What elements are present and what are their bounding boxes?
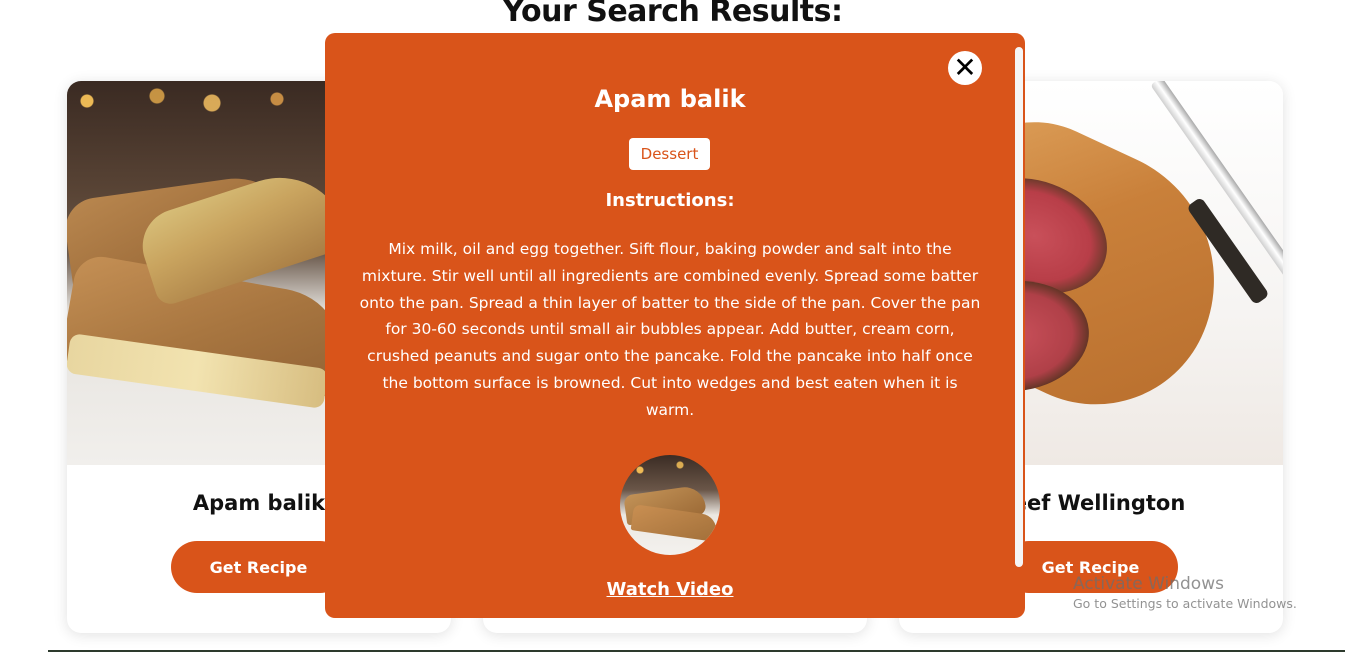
page-title: Your Search Results: xyxy=(502,0,843,29)
recipe-thumbnail xyxy=(620,455,720,555)
recipe-details-modal: ✕ Apam balik Dessert Instructions: Mix m… xyxy=(325,33,1025,618)
activate-windows-watermark: Activate Windows Go to Settings to activ… xyxy=(1073,574,1297,611)
modal-recipe-title: Apam balik xyxy=(594,85,746,113)
modal-scrollbar[interactable] xyxy=(1015,47,1023,567)
instructions-text: Mix milk, oil and egg together. Sift flo… xyxy=(359,240,981,419)
close-icon[interactable]: ✕ xyxy=(948,51,982,85)
get-recipe-button[interactable]: Get Recipe xyxy=(171,541,346,593)
watermark-subtitle: Go to Settings to activate Windows. xyxy=(1073,596,1297,611)
category-badge: Dessert xyxy=(629,138,710,170)
watermark-title: Activate Windows xyxy=(1073,574,1224,594)
instructions-heading: Instructions: xyxy=(605,190,735,211)
watch-video-link[interactable]: Watch Video xyxy=(325,579,1015,600)
